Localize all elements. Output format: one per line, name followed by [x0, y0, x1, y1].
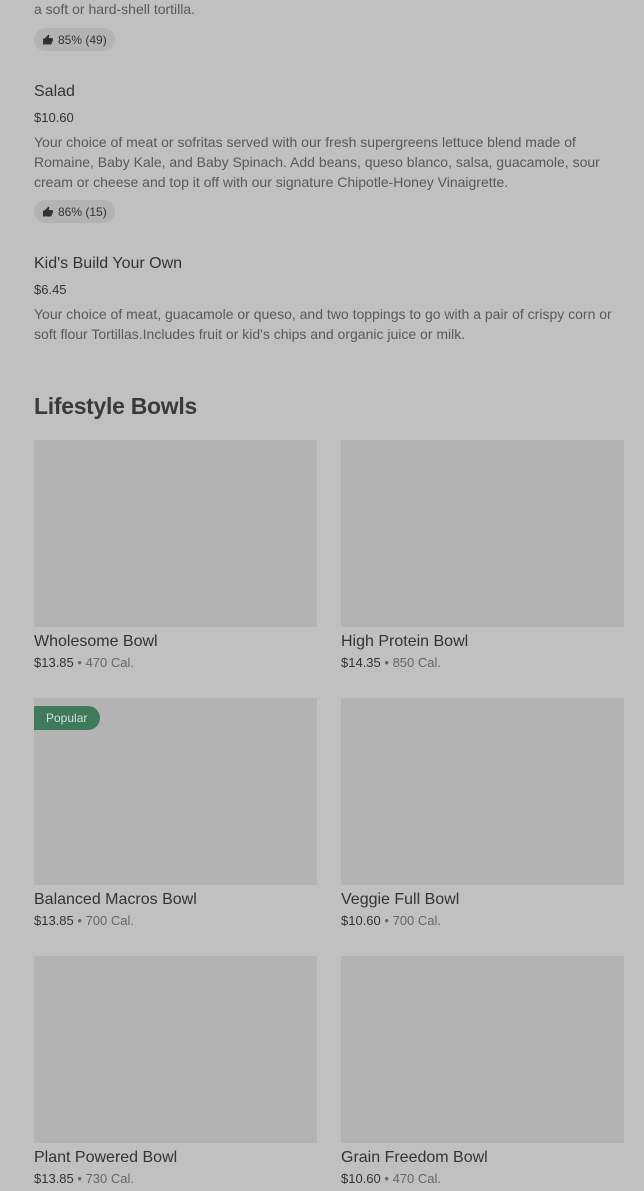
bowl-price: $13.85	[34, 655, 74, 670]
bowl-price: $10.60	[341, 1171, 381, 1186]
bowl-calories: 730 Cal.	[85, 1171, 134, 1186]
bowl-name: Wholesome Bowl	[34, 633, 158, 650]
separator: •	[77, 1171, 82, 1186]
bowl-name: Balanced Macros Bowl	[34, 891, 197, 908]
rating-badge: 86% (15)	[34, 200, 115, 223]
bowl-name: Plant Powered Bowl	[34, 1149, 178, 1166]
section-title: Lifestyle Bowls	[34, 393, 197, 419]
bowl-card[interactable]: Grain Freedom Bowl $10.60 • 470 Cal.	[341, 956, 624, 1187]
bowl-calories: 850 Cal.	[392, 655, 441, 670]
bowl-image	[341, 440, 624, 627]
menu-page: a soft or hard-shell tortilla. 85% (49) …	[0, 0, 644, 1191]
rating-text: 85% (49)	[58, 32, 107, 47]
bowl-image	[341, 956, 624, 1143]
bowl-meta: $13.85 • 470 Cal.	[34, 655, 317, 671]
bowl-price: $14.35	[341, 655, 381, 670]
menu-item-description: a soft or hard-shell tortilla.	[34, 1, 196, 17]
popular-badge: Popular	[34, 706, 101, 730]
menu-item-description: Your choice of meat or sofritas served w…	[34, 134, 600, 190]
bowl-meta: $10.60 • 700 Cal.	[341, 913, 624, 929]
bowl-image	[34, 956, 317, 1143]
separator: •	[384, 1171, 389, 1186]
bowl-calories: 700 Cal.	[85, 913, 134, 928]
thumbs-up-icon	[42, 34, 54, 46]
bowl-image	[341, 698, 624, 885]
bowl-name: High Protein Bowl	[341, 633, 469, 650]
bowl-name: Grain Freedom Bowl	[341, 1149, 488, 1166]
bowl-name: Veggie Full Bowl	[341, 891, 460, 908]
bowl-card[interactable]: Popular Balanced Macros Bowl $13.85 • 70…	[34, 698, 317, 929]
bowl-calories: 700 Cal.	[392, 913, 441, 928]
bowl-image	[34, 440, 317, 627]
separator: •	[384, 913, 389, 928]
separator: •	[77, 655, 82, 670]
bowl-card[interactable]: Veggie Full Bowl $10.60 • 700 Cal.	[341, 698, 624, 929]
menu-item-price: $10.60	[34, 110, 74, 125]
bowl-meta: $13.85 • 700 Cal.	[34, 913, 317, 929]
menu-item-description: Your choice of meat, guacamole or queso,…	[34, 306, 612, 342]
rating-text: 86% (15)	[58, 204, 107, 219]
bowl-meta: $10.60 • 470 Cal.	[341, 1171, 624, 1187]
bowl-meta: $13.85 • 730 Cal.	[34, 1171, 317, 1187]
bowl-price: $13.85	[34, 913, 74, 928]
bowl-image: Popular	[34, 698, 317, 885]
bowl-meta: $14.35 • 850 Cal.	[341, 655, 624, 671]
menu-item-title: Kid's Build Your Own	[34, 255, 183, 272]
menu-item-title: Salad	[34, 83, 75, 100]
bowl-card[interactable]: High Protein Bowl $14.35 • 850 Cal.	[341, 440, 624, 671]
bowl-calories: 470 Cal.	[392, 1171, 441, 1186]
menu-item-price: $6.45	[34, 282, 67, 297]
bowl-price: $10.60	[341, 913, 381, 928]
bowl-card[interactable]: Plant Powered Bowl $13.85 • 730 Cal.	[34, 956, 317, 1187]
bowl-calories: 470 Cal.	[85, 655, 134, 670]
separator: •	[384, 655, 389, 670]
separator: •	[77, 913, 82, 928]
thumbs-up-icon	[42, 206, 54, 218]
rating-badge: 85% (49)	[34, 28, 115, 51]
bowl-price: $13.85	[34, 1171, 74, 1186]
bowl-card[interactable]: Wholesome Bowl $13.85 • 470 Cal.	[34, 440, 317, 671]
